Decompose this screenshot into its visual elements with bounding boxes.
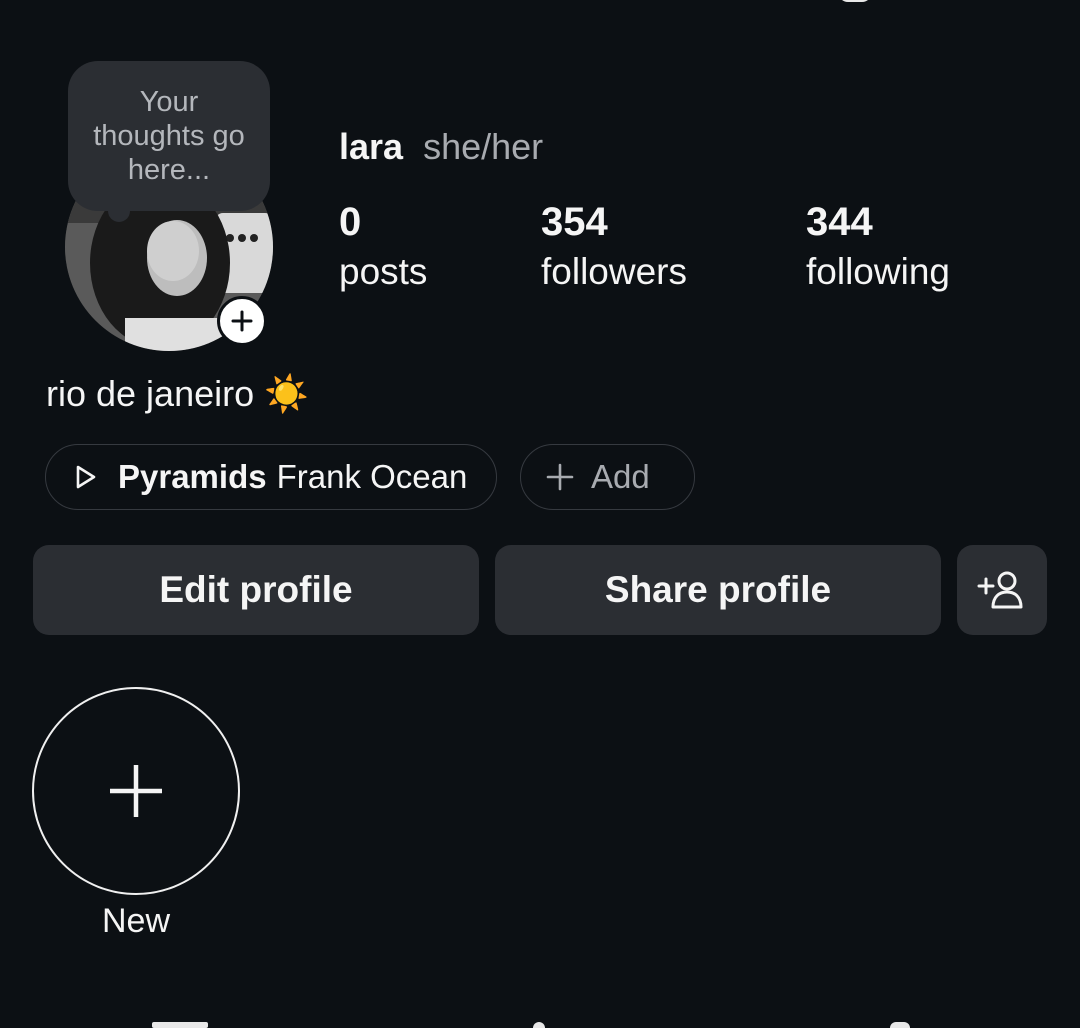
add-link-pill[interactable]: Add bbox=[520, 444, 695, 510]
posts-count: 0 bbox=[339, 200, 362, 244]
posts-stat[interactable]: 0 posts bbox=[339, 198, 427, 298]
followers-stat[interactable]: 354 followers bbox=[541, 198, 687, 298]
following-count: 344 bbox=[806, 200, 873, 244]
followers-label: followers bbox=[541, 251, 687, 292]
song-artist: Frank Ocean bbox=[276, 458, 468, 495]
top-partial-icon[interactable] bbox=[838, 0, 872, 2]
followers-count: 354 bbox=[541, 200, 608, 244]
tagged-tab-icon[interactable] bbox=[890, 1022, 910, 1028]
profile-name-row: lara she/her bbox=[339, 126, 543, 168]
plus-icon bbox=[546, 463, 574, 491]
plus-icon bbox=[231, 310, 253, 332]
username: lara bbox=[339, 126, 404, 167]
edit-profile-button[interactable]: Edit profile bbox=[33, 545, 479, 635]
note-bubble[interactable]: Your thoughts go here... bbox=[68, 61, 270, 211]
profile-bio: rio de janeiro ☀️ bbox=[46, 373, 309, 414]
music-pill[interactable]: Pyramids Frank Ocean bbox=[45, 444, 497, 510]
following-stat[interactable]: 344 following bbox=[806, 198, 950, 298]
following-label: following bbox=[806, 251, 950, 292]
add-person-icon bbox=[977, 571, 1023, 609]
discover-people-button[interactable] bbox=[957, 545, 1047, 635]
plus-icon bbox=[110, 765, 162, 817]
posts-label: posts bbox=[339, 251, 428, 292]
grid-tab-icon[interactable] bbox=[152, 1022, 208, 1028]
note-text: Your thoughts go here... bbox=[93, 86, 245, 186]
new-highlight-button[interactable] bbox=[32, 687, 240, 895]
share-profile-button[interactable]: Share profile bbox=[495, 545, 941, 635]
add-story-button[interactable] bbox=[217, 296, 267, 346]
share-profile-label: Share profile bbox=[604, 569, 832, 610]
play-icon bbox=[76, 465, 96, 489]
edit-profile-label: Edit profile bbox=[159, 569, 353, 610]
new-highlight-label: New bbox=[101, 902, 171, 940]
song-title: Pyramids bbox=[118, 458, 267, 495]
reels-tab-icon[interactable] bbox=[533, 1022, 545, 1028]
pronouns: she/her bbox=[423, 126, 544, 167]
add-label: Add bbox=[591, 458, 650, 495]
